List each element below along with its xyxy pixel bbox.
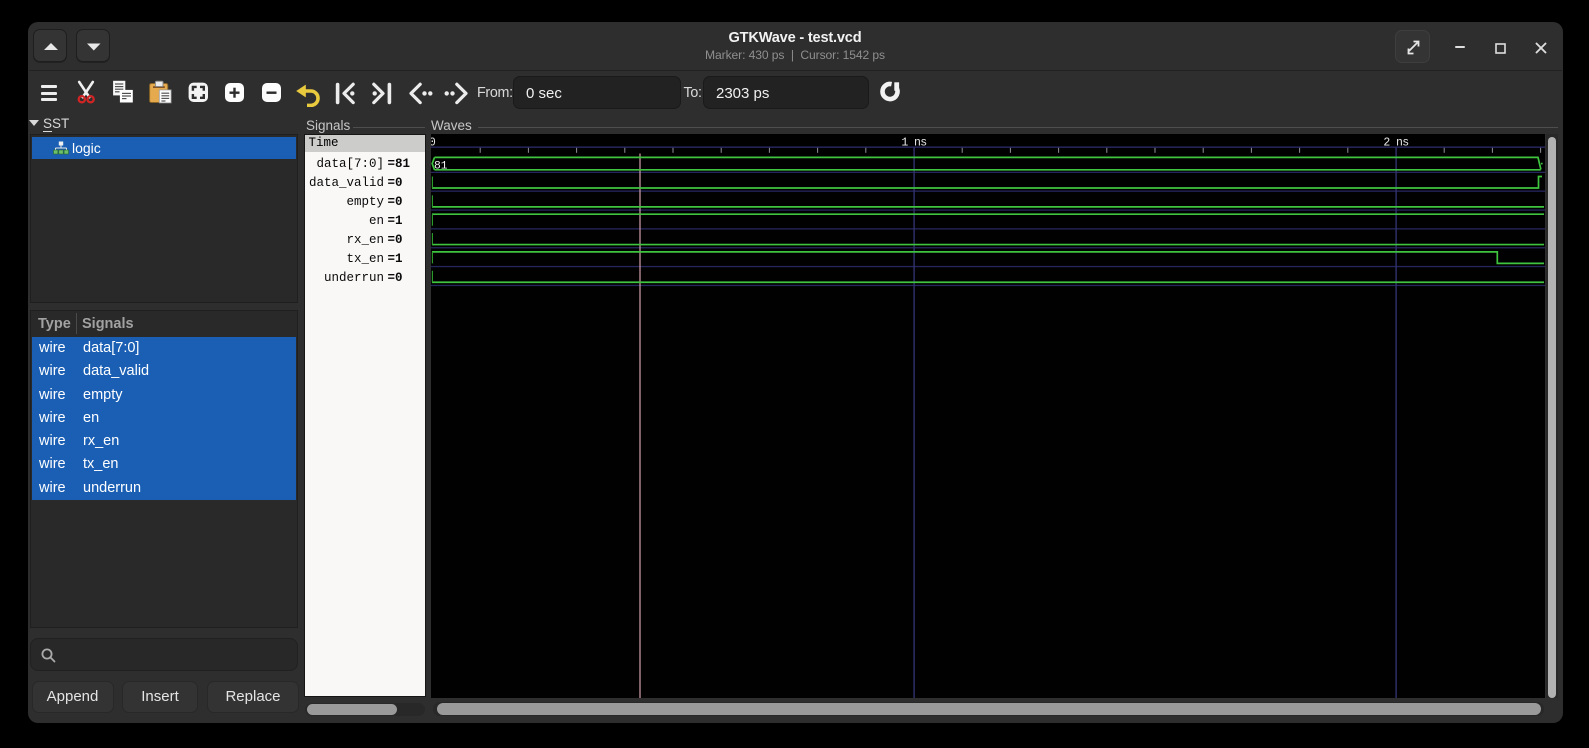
svg-text:81: 81 — [434, 160, 448, 172]
